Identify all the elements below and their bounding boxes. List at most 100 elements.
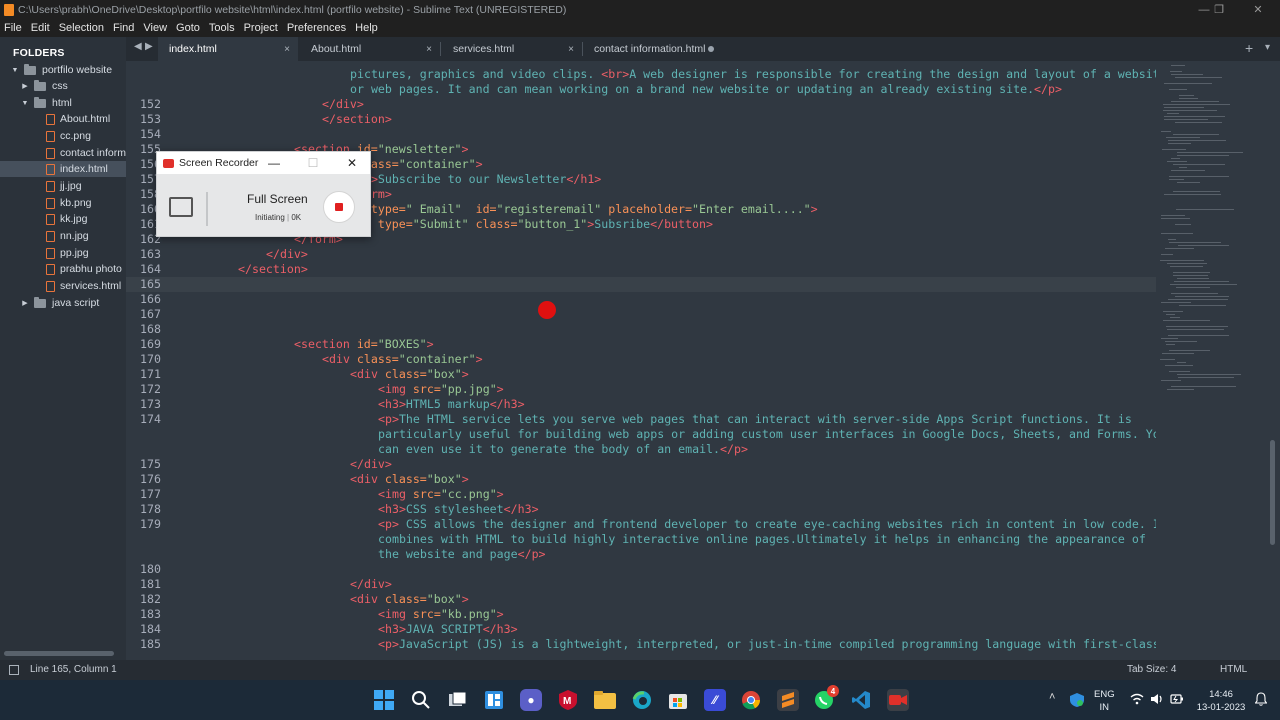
- code-line[interactable]: 168: [126, 322, 1156, 337]
- sublime-text-icon[interactable]: [777, 689, 799, 711]
- code-line[interactable]: 180: [126, 562, 1156, 577]
- editor-scrollbar[interactable]: [1270, 440, 1275, 545]
- code-line[interactable]: 163 </div>: [126, 247, 1156, 262]
- battery-icon[interactable]: [1170, 693, 1184, 720]
- close-window-button[interactable]: ✕: [1239, 0, 1277, 19]
- sidebar-item-jj-jpg[interactable]: jj.jpg: [0, 178, 126, 194]
- chrome-icon[interactable]: [740, 689, 762, 711]
- code-line[interactable]: 164 </section>: [126, 262, 1156, 277]
- sidebar-item-portfilo-website[interactable]: ▼ portfilo website: [0, 62, 126, 78]
- wifi-icon[interactable]: [1130, 693, 1144, 720]
- tab-back-arrow-icon[interactable]: ◀: [134, 41, 142, 52]
- sidebar-item-cc-png[interactable]: cc.png: [0, 128, 126, 144]
- code-line[interactable]: 166: [126, 292, 1156, 307]
- sidebar-item-prabhu-photo[interactable]: prabhu photo: [0, 261, 126, 277]
- windows-start-icon[interactable]: [373, 689, 395, 711]
- stop-recording-button[interactable]: [323, 191, 355, 223]
- sidebar-item-nn-jpg[interactable]: nn.jpg: [0, 228, 126, 244]
- code-line[interactable]: 183 <img src="kb.png">: [126, 607, 1156, 622]
- tab-forward-arrow-icon[interactable]: ▶: [145, 41, 153, 52]
- task-view-icon[interactable]: [447, 689, 469, 711]
- code-line[interactable]: 175 </div>: [126, 457, 1156, 472]
- code-line[interactable]: 177 <img src="cc.png">: [126, 487, 1156, 502]
- code-line[interactable]: 152 </div>: [126, 97, 1156, 112]
- screen-recorder-taskbar-icon[interactable]: [887, 689, 909, 711]
- notifications-bell-icon[interactable]: [1254, 692, 1268, 720]
- monitor-icon[interactable]: [169, 197, 193, 217]
- menu-find[interactable]: Find: [113, 22, 134, 34]
- power-automate-icon[interactable]: ⁄⁄: [704, 689, 726, 711]
- code-line[interactable]: the website and page</p>: [126, 547, 1156, 562]
- code-line[interactable]: particularly useful for building web app…: [126, 427, 1156, 442]
- menu-goto[interactable]: Goto: [176, 22, 200, 34]
- folder-expanded-arrow-icon[interactable]: ▼: [20, 100, 30, 107]
- teams-chat-icon[interactable]: ●: [520, 689, 542, 711]
- code-line[interactable]: 171 <div class="box">: [126, 367, 1156, 382]
- code-line[interactable]: 174 <p>The HTML service lets you serve we…: [126, 412, 1156, 427]
- sidebar-scrollbar[interactable]: [4, 651, 114, 656]
- minimap[interactable]: [1156, 61, 1268, 660]
- sidebar-item-contact-inform[interactable]: contact inform: [0, 145, 126, 161]
- edge-browser-icon[interactable]: [631, 689, 653, 711]
- widgets-icon[interactable]: [483, 689, 505, 711]
- code-line[interactable]: pictures, graphics and video clips. <br>…: [126, 67, 1156, 82]
- search-icon[interactable]: [410, 689, 432, 711]
- code-line[interactable]: 167: [126, 307, 1156, 322]
- code-line[interactable]: 178 <h3>CSS stylesheet</h3>: [126, 502, 1156, 517]
- code-line[interactable]: 176 <div class="box">: [126, 472, 1156, 487]
- sidebar-item-kb-png[interactable]: kb.png: [0, 195, 126, 211]
- syntax-indicator[interactable]: HTML: [1220, 664, 1247, 675]
- code-line[interactable]: 165: [126, 277, 1156, 292]
- folder-expanded-arrow-icon[interactable]: ▼: [10, 67, 20, 74]
- tab-contact-information-html[interactable]: contact information.html: [584, 37, 724, 61]
- sidebar-item-css[interactable]: ▶ css: [0, 78, 126, 94]
- sidebar-item-index-html[interactable]: index.html: [0, 161, 126, 177]
- microsoft-store-icon[interactable]: [667, 689, 689, 711]
- sidebar-item-java-script[interactable]: ▶ java script: [0, 295, 126, 311]
- mcafee-icon[interactable]: M: [557, 689, 579, 711]
- close-tab-icon[interactable]: ×: [568, 44, 574, 55]
- tab-services-html[interactable]: services.html ×: [442, 37, 582, 61]
- menu-tools[interactable]: Tools: [209, 22, 235, 34]
- menu-view[interactable]: View: [143, 22, 167, 34]
- code-line[interactable]: 153 </section>: [126, 112, 1156, 127]
- maximize-window-button[interactable]: ❐: [1200, 0, 1238, 19]
- vscode-icon[interactable]: [850, 689, 872, 711]
- menu-help[interactable]: Help: [355, 22, 378, 34]
- code-line[interactable]: 173 <h3>HTML5 markup</h3>: [126, 397, 1156, 412]
- tab-list-chevron-icon[interactable]: ▾: [1265, 42, 1270, 53]
- menu-edit[interactable]: Edit: [31, 22, 50, 34]
- clock[interactable]: 14:46 13-01-2023: [1193, 688, 1249, 720]
- sidebar-item-kk-jpg[interactable]: kk.jpg: [0, 211, 126, 227]
- folder-collapsed-arrow-icon[interactable]: ▶: [20, 299, 30, 307]
- code-line[interactable]: 182 <div class="box">: [126, 592, 1156, 607]
- recorder-maximize-button[interactable]: ☐: [298, 152, 328, 174]
- code-line[interactable]: 179 <p> CSS allows the designer and front…: [126, 517, 1156, 532]
- close-tab-icon[interactable]: ×: [284, 44, 290, 55]
- panel-toggle-icon[interactable]: [9, 665, 19, 675]
- tab-about-html[interactable]: About.html ×: [300, 37, 440, 61]
- sidebar-item-html[interactable]: ▼ html: [0, 95, 126, 111]
- menu-project[interactable]: Project: [244, 22, 278, 34]
- language-indicator[interactable]: ENG IN: [1094, 688, 1115, 720]
- sidebar-item-about-html[interactable]: About.html: [0, 111, 126, 127]
- show-hidden-icons-chevron[interactable]: ˄: [1049, 691, 1055, 720]
- new-tab-plus-icon[interactable]: +: [1245, 40, 1253, 56]
- code-line[interactable]: 184 <h3>JAVA SCRIPT</h3>: [126, 622, 1156, 637]
- unsaved-dot-icon[interactable]: [708, 46, 714, 52]
- sidebar-item-pp-jpg[interactable]: pp.jpg: [0, 245, 126, 261]
- code-line[interactable]: 169 <section id="BOXES">: [126, 337, 1156, 352]
- menu-preferences[interactable]: Preferences: [287, 22, 346, 34]
- code-line[interactable]: 181 </div>: [126, 577, 1156, 592]
- code-line[interactable]: 172 <img src="pp.jpg">: [126, 382, 1156, 397]
- code-line[interactable]: 170 <div class="container">: [126, 352, 1156, 367]
- code-line[interactable]: combines with HTML to build highly inter…: [126, 532, 1156, 547]
- file-explorer-icon[interactable]: [594, 689, 616, 711]
- sidebar-item-services-html[interactable]: services.html: [0, 278, 126, 294]
- code-line[interactable]: can even use it to generate the body of …: [126, 442, 1156, 457]
- tab-size-indicator[interactable]: Tab Size: 4: [1127, 664, 1176, 675]
- code-line[interactable]: 185 <p>JavaScript (JS) is a lightweight, …: [126, 637, 1156, 652]
- recorder-minimize-button[interactable]: —: [259, 152, 289, 174]
- code-line[interactable]: or web pages. It and can mean working on…: [126, 82, 1156, 97]
- recorder-close-button[interactable]: ✕: [337, 152, 367, 174]
